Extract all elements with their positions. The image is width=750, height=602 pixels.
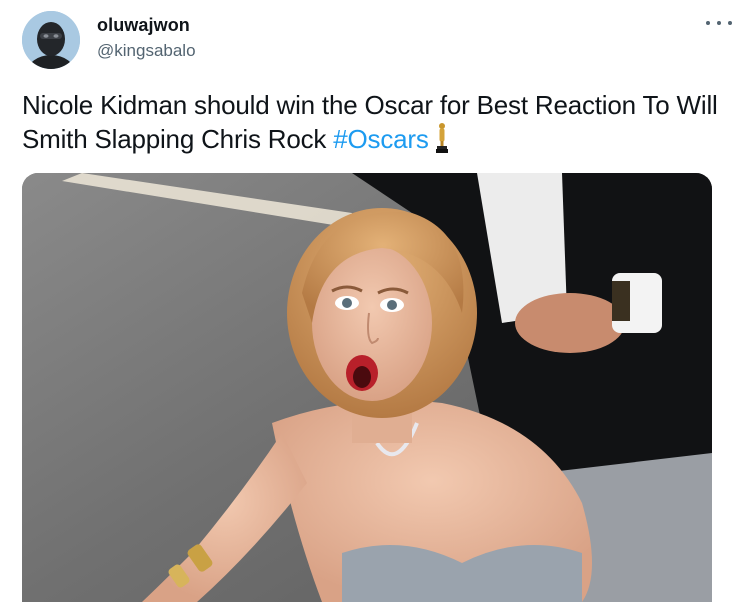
- more-options-icon[interactable]: [706, 16, 732, 30]
- tweet-media-photo[interactable]: [22, 173, 712, 602]
- tweet-text: Nicole Kidman should win the Oscar for B…: [22, 88, 722, 156]
- oscar-statue-icon: [435, 123, 448, 153]
- photo-woman-shocked-reaction-icon: [22, 173, 712, 602]
- hashtag-link[interactable]: #Oscars: [333, 124, 429, 154]
- user-avatar[interactable]: [22, 11, 80, 69]
- tweet-card[interactable]: oluwajwon @kingsabalo Nicole Kidman shou…: [0, 0, 750, 602]
- masked-person-avatar-icon: [22, 11, 80, 69]
- user-display-name[interactable]: oluwajwon: [97, 15, 190, 36]
- user-handle[interactable]: @kingsabalo: [97, 41, 196, 61]
